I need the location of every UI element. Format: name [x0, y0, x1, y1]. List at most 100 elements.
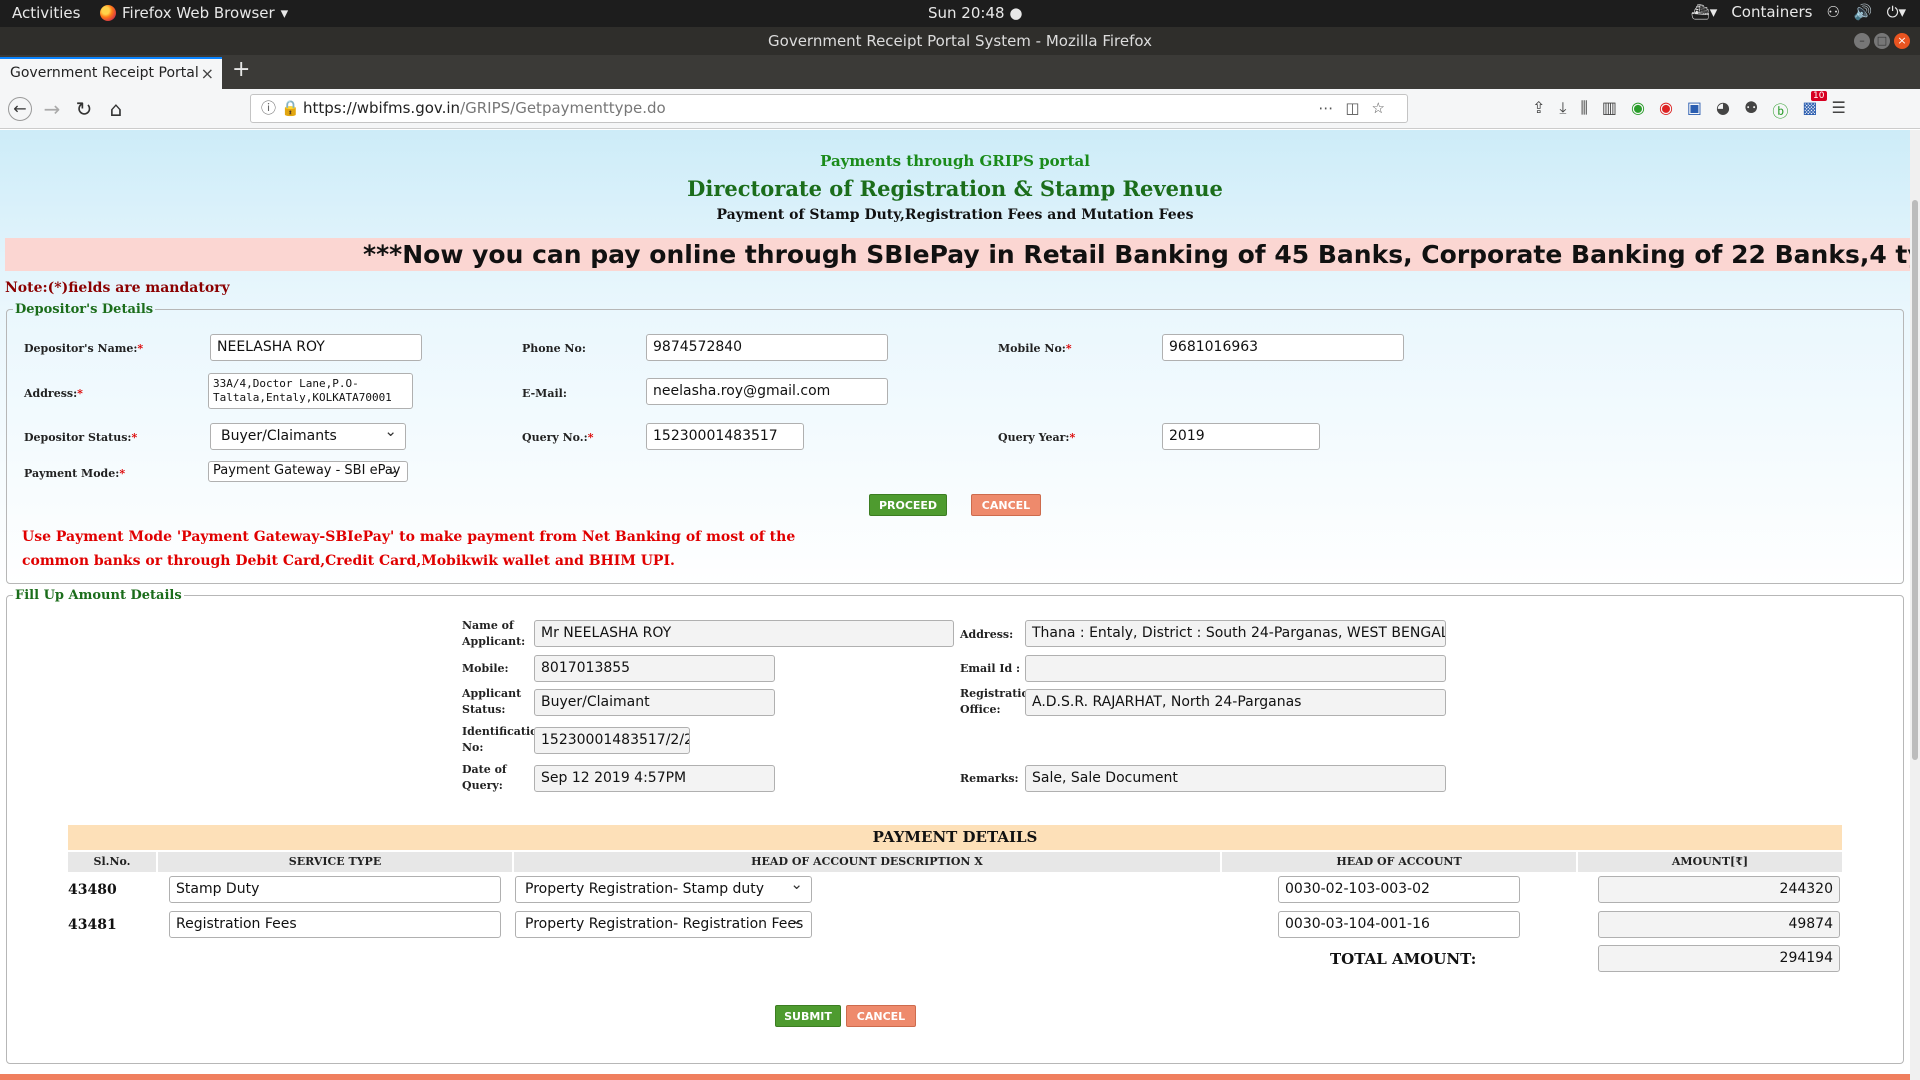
- network-icon[interactable]: ⚇: [1826, 3, 1839, 21]
- save-to-pocket-icon[interactable]: ⇪: [1532, 98, 1545, 122]
- new-tab-icon[interactable]: +: [232, 57, 250, 82]
- activities-button[interactable]: Activities: [12, 4, 80, 22]
- row1-head-of-account[interactable]: 0030-02-103-003-02: [1278, 876, 1520, 903]
- row2-slno: 43481: [68, 917, 117, 933]
- row1-service-type[interactable]: Stamp Duty: [169, 876, 501, 903]
- query-year-input[interactable]: 2019: [1162, 423, 1320, 450]
- library-icon[interactable]: ⫼: [1580, 98, 1587, 122]
- extension-b-icon[interactable]: ⓑ: [1772, 98, 1788, 122]
- page-scrollbar[interactable]: [1910, 130, 1920, 1080]
- extension-badge-icon[interactable]: ▩ 10: [1802, 91, 1827, 122]
- proceed-button[interactable]: PROCEED: [869, 494, 947, 516]
- payment-mode-select[interactable]: Payment Gateway - SBI ePay: [208, 461, 408, 482]
- docker-icon[interactable]: ⛴▾: [1691, 3, 1718, 21]
- pocket-icon[interactable]: ◫: [1345, 99, 1371, 117]
- app-menu[interactable]: Firefox Web Browser ▾: [100, 4, 288, 22]
- lock-icon: 🔒: [281, 99, 300, 117]
- app-menu-label: Firefox Web Browser: [122, 4, 275, 22]
- menu-icon[interactable]: ☰: [1832, 98, 1846, 122]
- page-actions: ⋯◫☆: [1318, 95, 1397, 122]
- forward-icon[interactable]: →: [40, 97, 64, 121]
- col-amount: AMOUNT[₹]: [1578, 852, 1842, 872]
- depositor-status-value: Buyer/Claimants: [221, 428, 337, 444]
- depositor-status-label: Depositor Status:*: [24, 431, 138, 444]
- address-textarea[interactable]: 33A/4,Doctor Lane,P.O-Taltala,Entaly,KOL…: [208, 373, 413, 409]
- bookmark-star-icon[interactable]: ☆: [1372, 99, 1397, 117]
- more-actions-icon[interactable]: ⋯: [1318, 99, 1345, 117]
- url-host: https://wbifms.gov.in: [303, 99, 461, 117]
- submit-button[interactable]: SUBMIT: [775, 1005, 841, 1027]
- applicant-name-field[interactable]: Mr NEELASHA ROY: [534, 620, 954, 647]
- clock[interactable]: Sun 20:48 ●: [928, 4, 1022, 22]
- containers-label[interactable]: Containers: [1731, 3, 1812, 21]
- query-no-label: Query No.:*: [522, 431, 594, 444]
- payment-mode-value: Payment Gateway - SBI ePay: [213, 463, 401, 478]
- col-service-type: SERVICE TYPE: [158, 852, 512, 872]
- depositor-status-select[interactable]: Buyer/Claimants: [210, 423, 406, 450]
- row2-description-value: Property Registration- Registration Fees: [525, 916, 804, 932]
- col-head-description: HEAD OF ACCOUNT DESCRIPTION X: [514, 852, 1220, 872]
- back-icon[interactable]: ←: [8, 97, 32, 121]
- extension-green-icon[interactable]: ◉: [1631, 98, 1645, 122]
- maximize-icon[interactable]: □: [1874, 33, 1890, 49]
- gnome-top-bar: Activities Firefox Web Browser ▾ Sun 20:…: [0, 0, 1920, 27]
- extension-save-icon[interactable]: ▣: [1687, 98, 1702, 122]
- phone-input[interactable]: 9874572840: [646, 334, 888, 361]
- scrollbar-thumb[interactable]: [1912, 200, 1918, 760]
- applicant-mobile-label: Mobile:: [462, 662, 509, 675]
- volume-icon[interactable]: 🔊: [1854, 3, 1873, 21]
- row2-service-type[interactable]: Registration Fees: [169, 911, 501, 938]
- applicant-name-label: Name of Applicant:: [462, 619, 526, 648]
- row2-description-select[interactable]: Property Registration- Registration Fees: [515, 911, 812, 938]
- amount-details-legend: Fill Up Amount Details: [15, 588, 182, 603]
- url-bar[interactable]: ⓘ 🔒 https://wbifms.gov.in/GRIPS/Getpayme…: [250, 94, 1408, 123]
- row1-amount[interactable]: 244320: [1598, 876, 1840, 903]
- payment-details-title: PAYMENT DETAILS: [68, 825, 1842, 850]
- download-icon[interactable]: ⤓: [1559, 98, 1566, 122]
- close-tab-icon[interactable]: ×: [201, 64, 214, 83]
- email-input[interactable]: neelasha.roy@gmail.com: [646, 378, 888, 405]
- registration-office-field[interactable]: A.D.S.R. RAJARHAT, North 24-Parganas: [1025, 689, 1446, 716]
- query-year-label: Query Year:*: [998, 431, 1076, 444]
- tab-strip: Government Receipt Portal × +: [0, 55, 1920, 89]
- applicant-address-label: Address:: [960, 628, 1014, 641]
- extension-red-icon[interactable]: ◉: [1659, 98, 1673, 122]
- applicant-status-label: Applicant Status:: [462, 687, 522, 716]
- applicant-address-field[interactable]: Thana : Entaly, District : South 24-Parg…: [1025, 620, 1446, 647]
- email-id-label: Email Id :: [960, 662, 1021, 675]
- remarks-label: Remarks:: [960, 772, 1019, 785]
- extension-elephant-icon[interactable]: ◕: [1716, 98, 1730, 122]
- query-no-input[interactable]: 15230001483517: [646, 423, 804, 450]
- date-of-query-field[interactable]: Sep 12 2019 4:57PM: [534, 765, 775, 792]
- row2-head-of-account[interactable]: 0030-03-104-001-16: [1278, 911, 1520, 938]
- reload-icon[interactable]: ↻: [72, 97, 96, 121]
- remarks-field[interactable]: Sale, Sale Document: [1025, 765, 1446, 792]
- minimize-icon[interactable]: –: [1854, 33, 1870, 49]
- applicant-status-field[interactable]: Buyer/Claimant: [534, 689, 775, 716]
- depositor-name-input[interactable]: NEELASHA ROY: [210, 334, 422, 361]
- depositor-name-label: Depositor's Name:*: [24, 342, 144, 355]
- info-icon[interactable]: ⓘ: [261, 95, 276, 122]
- depositor-details-legend: Depositor's Details: [15, 302, 154, 317]
- applicant-mobile-field[interactable]: 8017013855: [534, 655, 775, 682]
- email-id-field[interactable]: [1025, 655, 1446, 682]
- mandatory-note: Note:(*)fields are mandatory: [5, 280, 230, 296]
- address-label: Address:*: [24, 387, 83, 400]
- row1-description-select[interactable]: Property Registration- Stamp duty: [515, 876, 812, 903]
- payment-mode-hint-line2: common banks or through Debit Card,Credi…: [22, 553, 675, 569]
- tab-grips[interactable]: Government Receipt Portal ×: [0, 57, 222, 89]
- date-of-query-label: Date of Query:: [462, 763, 507, 792]
- col-slno: Sl.No.: [68, 852, 156, 872]
- payment-cancel-button[interactable]: CANCEL: [846, 1005, 916, 1027]
- mobile-input[interactable]: 9681016963: [1162, 334, 1404, 361]
- total-amount-field[interactable]: 294194: [1598, 945, 1840, 972]
- home-icon[interactable]: ⌂: [104, 97, 128, 121]
- row2-amount[interactable]: 49874: [1598, 911, 1840, 938]
- power-icon[interactable]: ⏻▾: [1887, 3, 1906, 21]
- url-path: /GRIPS/Getpaymenttype.do: [460, 99, 666, 117]
- sidebar-icon[interactable]: ▥: [1602, 98, 1617, 122]
- close-window-icon[interactable]: ×: [1894, 33, 1910, 49]
- identification-no-field[interactable]: 15230001483517/2/20: [534, 727, 690, 754]
- cancel-button[interactable]: CANCEL: [971, 494, 1041, 516]
- extension-people-icon[interactable]: ⚉: [1744, 98, 1758, 122]
